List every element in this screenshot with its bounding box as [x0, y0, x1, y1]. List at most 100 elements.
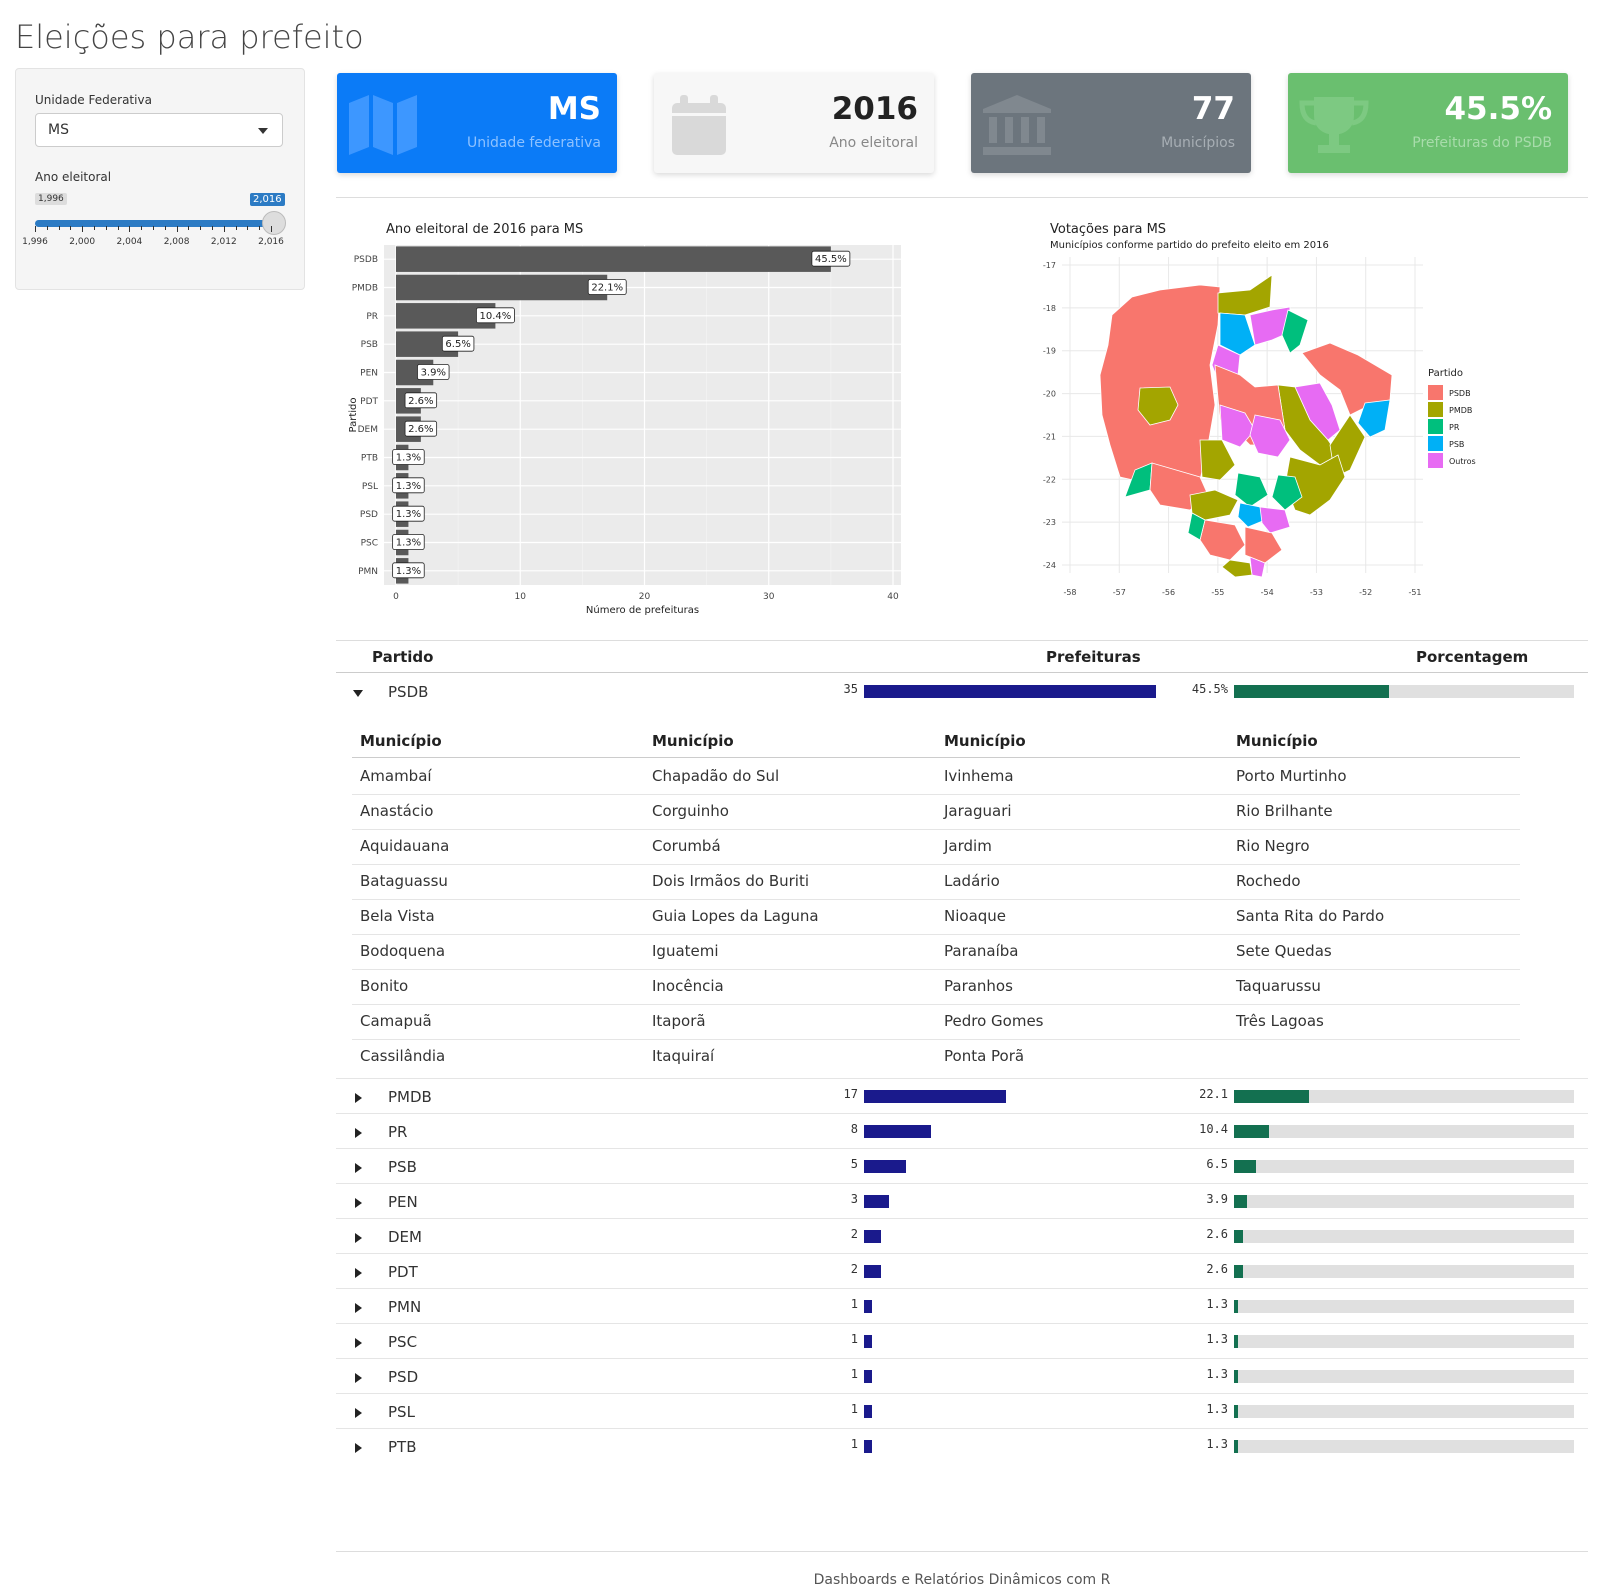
municipio-cell: Ponta Porã	[944, 1047, 1025, 1065]
pct-bar	[1234, 1090, 1310, 1103]
count-value: 3	[850, 1192, 858, 1206]
pct-bar	[1234, 1440, 1239, 1453]
count-bar	[864, 685, 1156, 698]
uf-select[interactable]: MS	[35, 113, 283, 147]
slider-min-label: 1,996	[35, 193, 67, 205]
y-tick-label: -17	[1043, 261, 1056, 270]
municipio-cell: Santa Rita do Pardo	[1236, 907, 1385, 925]
pct-bar	[1234, 1230, 1243, 1243]
municipio-cell: Sete Quedas	[1236, 942, 1332, 960]
pct-bar-track	[1234, 1335, 1574, 1348]
slider-tick-label: 2,000	[69, 237, 96, 247]
municipio-cell: Dois Irmãos do Buriti	[652, 872, 810, 890]
caret-right-icon[interactable]	[355, 1303, 362, 1313]
caret-right-icon[interactable]	[355, 1233, 362, 1243]
pct-bar-track	[1234, 1440, 1574, 1453]
count-value: 2	[850, 1227, 858, 1241]
count-value: 1	[850, 1402, 858, 1416]
slider-tick	[58, 226, 60, 230]
y-tick-label: PEN	[360, 369, 378, 379]
count-value: 1	[850, 1367, 858, 1381]
x-tick-label: -58	[1063, 588, 1076, 597]
slider-handle[interactable]	[262, 211, 286, 235]
party-name: PMN	[388, 1298, 422, 1316]
slider-tick	[105, 226, 107, 230]
municipio-cell: Inocência	[652, 977, 724, 995]
col-header-municipio[interactable]: Município	[652, 732, 734, 750]
caret-down-icon[interactable]	[353, 690, 363, 697]
col-header-municipio[interactable]: Município	[944, 732, 1026, 750]
municipio-cell: Taquarussu	[1236, 977, 1321, 995]
x-tick-label: 0	[393, 592, 399, 602]
row-divider	[336, 1113, 1588, 1114]
data-label: 1.3%	[396, 453, 421, 464]
y-tick-label: -21	[1043, 432, 1056, 441]
pct-bar	[1234, 685, 1389, 698]
pct-value: 22.1	[1199, 1087, 1228, 1101]
table-row[interactable]: PTB 1 1.3	[336, 1437, 1588, 1467]
value-box-value: MS	[547, 91, 601, 127]
municipio-cell: Bataguassu	[360, 872, 448, 890]
row-divider	[336, 1148, 1588, 1149]
y-tick-label: PSC	[361, 539, 378, 549]
col-header-partido[interactable]: Partido	[372, 648, 433, 666]
count-bar	[864, 1090, 1006, 1103]
x-tick-label: 20	[639, 592, 651, 602]
caret-right-icon[interactable]	[355, 1198, 362, 1208]
col-header-porcentagem[interactable]: Porcentagem	[1416, 648, 1528, 666]
caret-right-icon[interactable]	[355, 1268, 362, 1278]
pct-bar	[1234, 1370, 1239, 1383]
caret-right-icon[interactable]	[355, 1408, 362, 1418]
x-tick-label: -52	[1359, 588, 1372, 597]
caret-right-icon[interactable]	[355, 1163, 362, 1173]
caret-right-icon[interactable]	[355, 1373, 362, 1383]
data-label: 1.3%	[396, 566, 421, 577]
caret-right-icon[interactable]	[355, 1443, 362, 1453]
pct-value: 2.6	[1206, 1262, 1228, 1276]
col-header-municipio[interactable]: Município	[1236, 732, 1318, 750]
count-bar	[864, 1230, 881, 1243]
map-chart: Votações para MS Municípios conforme part…	[1043, 222, 1476, 597]
col-header-prefeituras[interactable]: Prefeituras	[1046, 648, 1141, 666]
municipio-cell: Itaquiraí	[652, 1047, 715, 1065]
municipio-cell: Chapadão do Sul	[652, 767, 780, 785]
pct-bar	[1234, 1195, 1248, 1208]
value-box: 77 Municípios	[971, 73, 1251, 173]
y-tick-label: -20	[1043, 390, 1056, 399]
bar	[396, 274, 608, 301]
count-value: 8	[850, 1122, 858, 1136]
count-value: 1	[850, 1332, 858, 1346]
legend-swatch	[1428, 419, 1443, 434]
count-bar	[864, 1195, 890, 1208]
caret-right-icon[interactable]	[355, 1128, 362, 1138]
data-label: 22.1%	[591, 283, 623, 294]
pct-value: 1.3	[1206, 1367, 1228, 1381]
pct-value: 1.3	[1206, 1402, 1228, 1416]
value-box: MS Unidade federativa	[337, 73, 617, 173]
row-divider	[352, 864, 1520, 865]
data-label: 1.3%	[396, 509, 421, 520]
party-name: PEN	[388, 1193, 418, 1211]
legend-swatch	[1428, 385, 1443, 400]
value-box-caption: Ano eleitoral	[829, 135, 918, 151]
row-divider	[352, 1004, 1520, 1005]
caret-right-icon[interactable]	[355, 1093, 362, 1103]
value-box-value: 77	[1191, 91, 1235, 127]
y-tick-label: PSD	[360, 510, 378, 520]
slider-tick	[164, 226, 166, 230]
municipio-cell: Iguatemi	[652, 942, 719, 960]
party-name: PSC	[388, 1333, 418, 1351]
row-divider	[352, 1039, 1520, 1040]
data-label: 1.3%	[396, 538, 421, 549]
y-tick-label: -23	[1043, 518, 1056, 527]
data-label: 2.6%	[408, 396, 433, 407]
municipio-cell: Paranaíba	[944, 942, 1019, 960]
legend-label: PSB	[1449, 440, 1464, 449]
col-header-municipio[interactable]: Município	[360, 732, 442, 750]
count-value: 1	[850, 1297, 858, 1311]
table-row[interactable]: PSDB 35 45.5%	[336, 680, 1588, 710]
row-divider	[352, 899, 1520, 900]
subheader-line	[352, 757, 1520, 758]
caret-right-icon[interactable]	[355, 1338, 362, 1348]
slider-tick	[82, 226, 84, 232]
